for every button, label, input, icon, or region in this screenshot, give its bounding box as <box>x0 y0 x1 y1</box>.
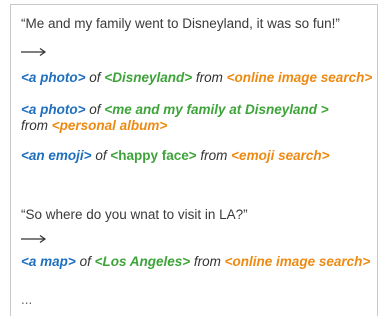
user-quote-1: “Me and my family went to Disneyland, it… <box>21 16 340 31</box>
of-text: of <box>79 254 91 269</box>
entity: <Disneyland> <box>104 70 193 85</box>
source: <emoji search> <box>231 148 330 163</box>
entity: <happy face> <box>110 148 197 163</box>
of-text: of <box>89 70 101 85</box>
entity: <Los Angeles> <box>94 254 191 269</box>
mapping-line-3: <an emoji> of <happy face> from <emoji s… <box>21 147 329 164</box>
from-text: from <box>193 254 221 269</box>
from-text: from <box>195 70 223 85</box>
mapping-line-2-cont: from <personal album> <box>21 117 167 134</box>
user-quote-2: “So where do you wnat to visit in LA?” <box>21 207 248 222</box>
content-type: <a photo> <box>21 102 86 117</box>
source: <online image search> <box>226 70 373 85</box>
from-text: from <box>21 118 48 133</box>
mapping-line-2: <a photo> of <me and my family at Disney… <box>21 101 329 118</box>
entity: <me and my family at Disneyland > <box>104 102 329 117</box>
of-text: of <box>95 148 107 163</box>
source: <personal album> <box>51 118 168 133</box>
content-type: <a photo> <box>21 70 86 85</box>
mapping-line-1: <a photo> of <Disneyland> from <online i… <box>21 69 372 86</box>
ellipsis: ... <box>21 292 33 307</box>
content-type: <a map> <box>21 254 76 269</box>
mapping-line-4: <a map> of <Los Angeles> from <online im… <box>21 253 370 270</box>
of-text: of <box>89 102 101 117</box>
from-text: from <box>200 148 228 163</box>
source: <online image search> <box>224 254 371 269</box>
content-type: <an emoji> <box>21 148 92 163</box>
example-panel: “Me and my family went to Disneyland, it… <box>10 4 378 316</box>
arrow-right-icon <box>21 46 47 58</box>
arrow-right-icon <box>21 233 47 245</box>
